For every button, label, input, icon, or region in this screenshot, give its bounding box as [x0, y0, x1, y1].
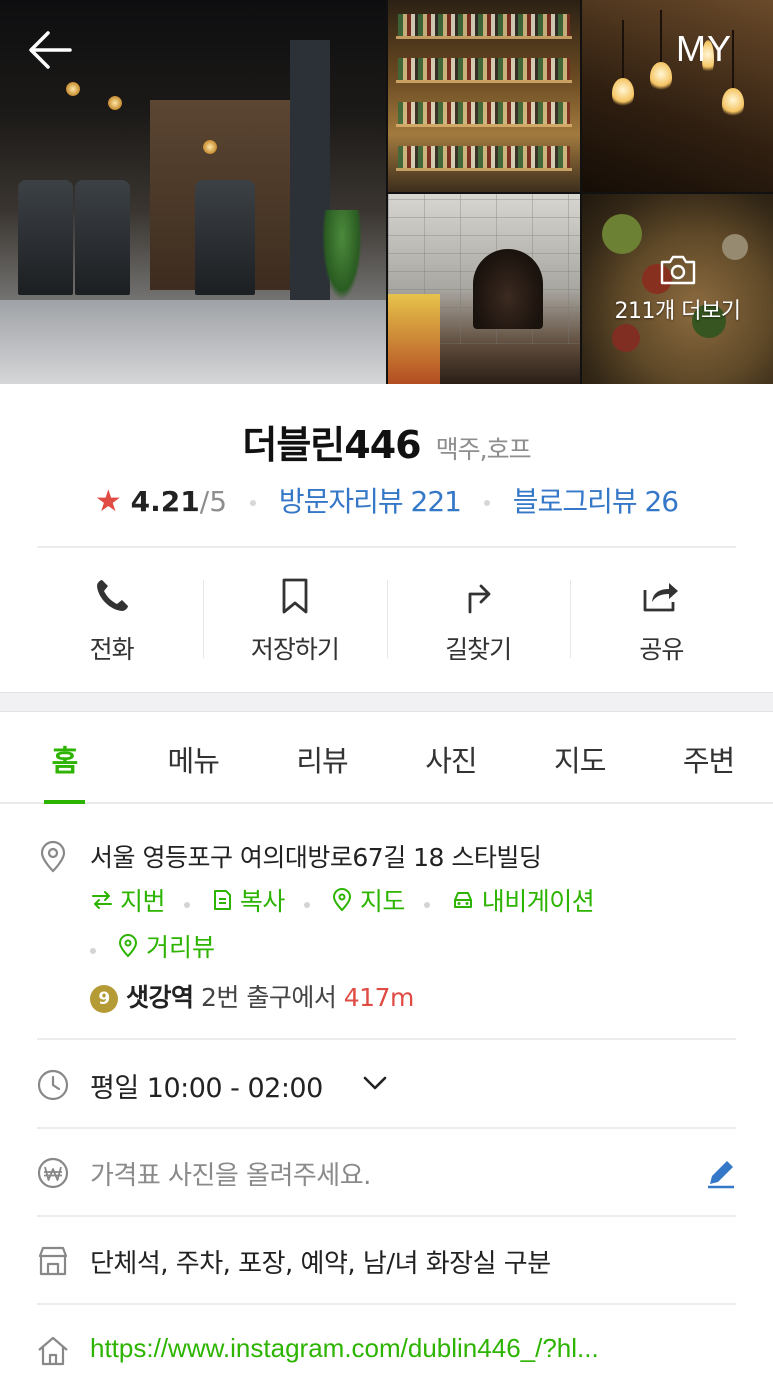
tab-reviews[interactable]: 리뷰 [258, 712, 387, 802]
share-button[interactable]: 공유 [569, 570, 753, 666]
camera-icon [660, 255, 695, 285]
homepage-link[interactable]: https://www.instagram.com/dublin446_/?hl… [90, 1333, 599, 1364]
subway-line-badge: 9 [90, 985, 118, 1013]
facilities-text: 단체석, 주차, 포장, 예약, 남/녀 화장실 구분 [90, 1249, 551, 1279]
tab-bar: 홈 메뉴 리뷰 사진 지도 주변 [0, 712, 773, 804]
directions-button[interactable]: 길찾기 [386, 570, 570, 666]
copy-button[interactable]: 복사 [210, 882, 285, 918]
street-view-button[interactable]: 거리뷰 [116, 928, 215, 964]
tab-home[interactable]: 홈 [0, 712, 129, 804]
clock-icon [37, 1069, 69, 1101]
section-gap [0, 692, 773, 712]
action-bar: 전화 저장하기 길찾기 공유 [20, 570, 753, 666]
place-title-row: 더블린446 맥주,호프 [0, 414, 773, 469]
jibun-button[interactable]: 지번 [90, 882, 166, 918]
photo-gallery[interactable]: 211개 더보기 MY [0, 0, 773, 384]
address-text: 서울 영등포구 여의대방로67길 18 스타빌딩 [90, 843, 542, 872]
bookmark-icon [282, 578, 308, 614]
place-name: 더블린446 [242, 423, 421, 467]
photo-bar-shelves[interactable] [388, 0, 580, 192]
tab-photos[interactable]: 사진 [386, 712, 515, 802]
map-label: 지도 [359, 887, 406, 916]
location-pin-icon [40, 840, 66, 873]
share-icon [643, 583, 679, 612]
price-photo-prompt[interactable]: 가격표 사진을 올려주세요. [90, 1155, 371, 1192]
divider [37, 1038, 736, 1040]
edit-pencil-icon[interactable] [704, 1156, 738, 1190]
divider [37, 546, 736, 548]
subway-info: 9 샛강역 2번 출구에서 417m [90, 978, 414, 1014]
station-name: 샛강역 [126, 983, 194, 1012]
copy-icon [213, 890, 231, 910]
blog-reviews-link[interactable]: 블로그리뷰 26 [513, 485, 679, 518]
address-actions: 지번 복사 지도 내비게이션 [90, 882, 595, 918]
divider [37, 1127, 736, 1129]
station-exit: 2번 출구에서 [193, 983, 344, 1012]
rating-row: ★ 4.21/5 방문자리뷰 221 블로그리뷰 26 [0, 480, 773, 520]
rating-max: /5 [199, 485, 228, 518]
photo-pizza-oven[interactable] [388, 194, 580, 384]
call-button[interactable]: 전화 [20, 570, 203, 666]
car-icon [453, 892, 472, 908]
separator-dot [249, 500, 256, 506]
store-icon [38, 1246, 68, 1276]
directions-label: 길찾기 [445, 635, 512, 664]
jibun-label: 지번 [120, 887, 166, 916]
directions-icon [468, 584, 491, 614]
back-button[interactable] [26, 28, 74, 72]
my-button[interactable]: MY [676, 28, 756, 72]
divider [37, 1303, 736, 1305]
star-icon: ★ [94, 484, 122, 519]
swap-icon [92, 891, 112, 909]
business-hours[interactable]: 평일 10:00 - 02:00 [90, 1066, 323, 1105]
rating-value: 4.21 [130, 485, 200, 518]
home-icon [38, 1336, 68, 1366]
tab-menu[interactable]: 메뉴 [129, 712, 258, 802]
map-pin-icon [332, 888, 351, 912]
won-icon [37, 1157, 69, 1189]
arrow-left-icon [29, 31, 72, 69]
save-label: 저장하기 [250, 635, 340, 664]
navigation-button[interactable]: 내비게이션 [450, 882, 595, 918]
chevron-down-icon[interactable] [362, 1072, 388, 1094]
call-label: 전화 [89, 635, 135, 664]
more-photos-button[interactable]: 211개 더보기 [582, 194, 773, 384]
more-photos-label: 211개 더보기 [614, 299, 741, 324]
save-button[interactable]: 저장하기 [203, 570, 386, 666]
tab-nearby[interactable]: 주변 [644, 712, 773, 802]
copy-label: 복사 [239, 887, 286, 916]
map-button[interactable]: 지도 [330, 882, 405, 918]
street-view-pin-icon [118, 934, 137, 958]
separator-dot [483, 500, 490, 506]
divider [37, 1215, 736, 1217]
navigation-label: 내비게이션 [481, 887, 595, 916]
station-distance: 417m [343, 983, 415, 1012]
share-label: 공유 [639, 635, 684, 664]
place-category: 맥주,호프 [435, 435, 532, 464]
address-actions-row2: 거리뷰 [90, 928, 215, 964]
phone-icon [96, 580, 128, 611]
tab-map[interactable]: 지도 [515, 712, 644, 802]
visitor-reviews-link[interactable]: 방문자리뷰 221 [279, 485, 462, 518]
street-view-label: 거리뷰 [145, 933, 215, 962]
